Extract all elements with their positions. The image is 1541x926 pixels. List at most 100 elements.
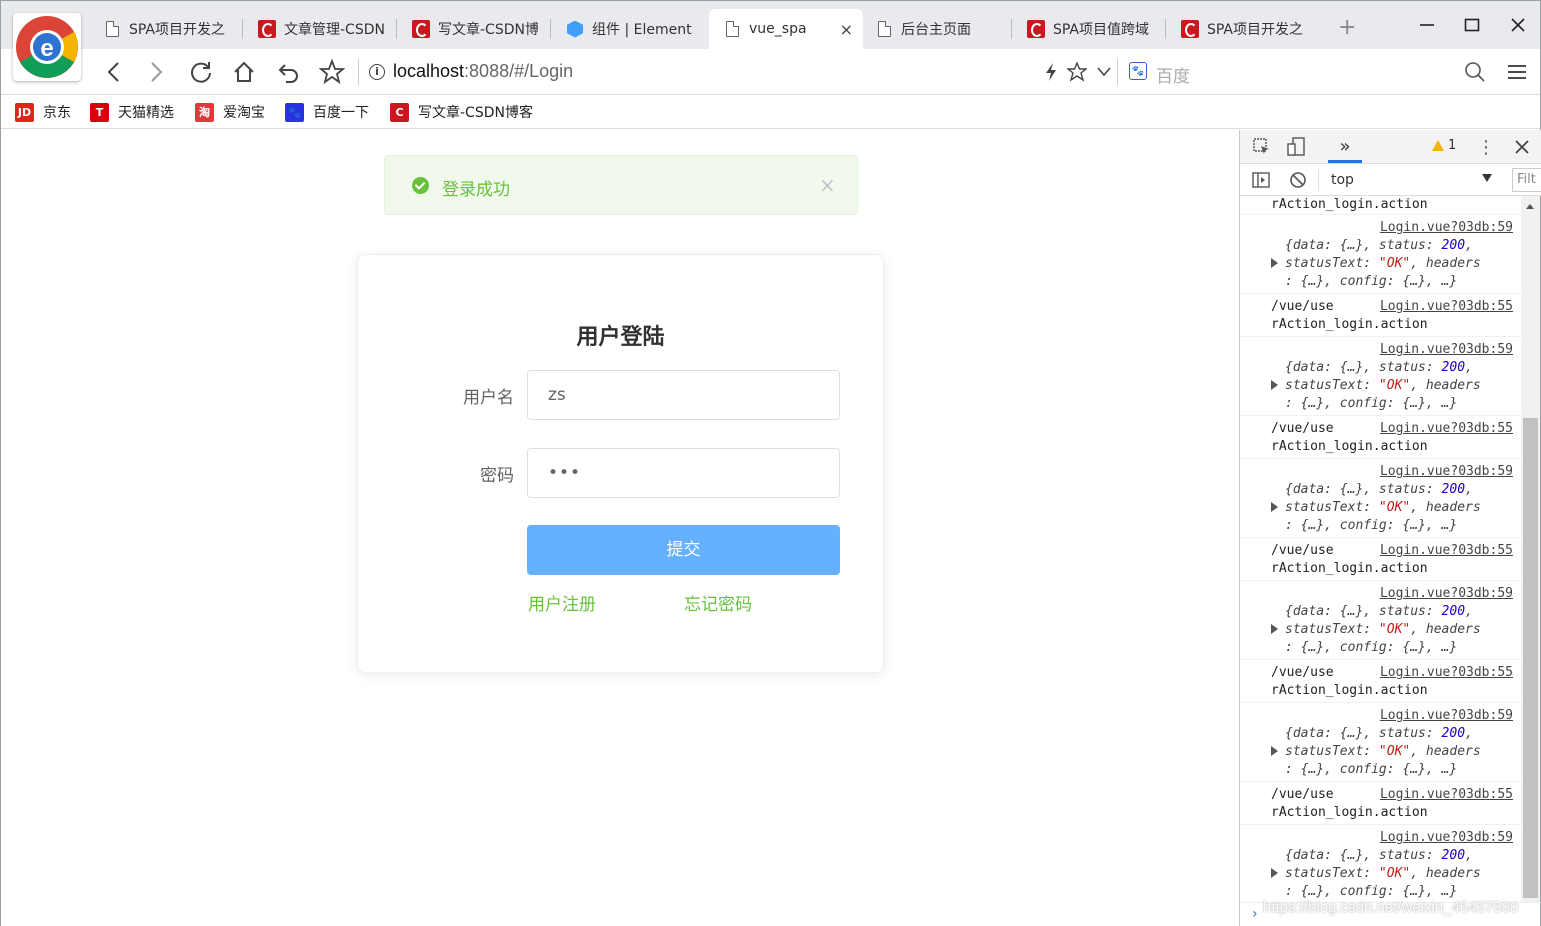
browser-logo-icon[interactable]: e: [13, 13, 81, 81]
log-text: {data: {…}, status:: [1285, 848, 1442, 863]
source-link[interactable]: Login.vue?03db:59: [1271, 219, 1513, 237]
password-input[interactable]: •••: [527, 448, 840, 498]
devtools-close-icon[interactable]: [1512, 137, 1532, 157]
log-text: /vue/use: [1271, 665, 1334, 680]
log-text: ,: [1465, 238, 1473, 253]
csdn-icon: [1027, 20, 1045, 38]
home-button[interactable]: [229, 57, 259, 87]
expand-arrow-icon[interactable]: [1271, 868, 1278, 878]
inspect-element-icon[interactable]: [1252, 137, 1272, 157]
sidebar-toggle-icon[interactable]: [1251, 170, 1271, 190]
console-message: Login.vue?03db:59 {data: {…}, status: 200…: [1240, 825, 1521, 902]
console-toolbar: top Filt: [1240, 164, 1541, 196]
log-text: ,: [1465, 848, 1473, 863]
log-text: ,: [1465, 726, 1473, 741]
tab[interactable]: 组件 | Element: [552, 9, 705, 49]
tab[interactable]: SPA项目开发之: [89, 9, 239, 49]
kebab-menu-icon[interactable]: ⋮: [1477, 137, 1495, 158]
bookmark-item[interactable]: 淘爱淘宝: [195, 101, 265, 123]
context-selector[interactable]: top: [1331, 172, 1354, 188]
clear-console-icon[interactable]: [1288, 170, 1308, 190]
console-toolbar-divider: [1318, 169, 1319, 191]
address-bar[interactable]: localhost:8088/#/Login: [393, 61, 573, 82]
expand-arrow-icon[interactable]: [1271, 746, 1278, 756]
source-link[interactable]: Login.vue?03db:59: [1271, 463, 1513, 481]
reload-button[interactable]: [186, 57, 216, 87]
back-button[interactable]: [99, 57, 129, 87]
tab[interactable]: 后台主页面: [861, 9, 1011, 49]
source-link[interactable]: Login.vue?03db:55: [1380, 786, 1513, 804]
device-toolbar-icon[interactable]: [1286, 137, 1306, 157]
source-link[interactable]: Login.vue?03db:59: [1271, 829, 1513, 847]
username-label: 用户名: [463, 388, 514, 408]
log-text: , headers: [1410, 622, 1481, 637]
tab-title: SPA项目开发之: [1207, 22, 1304, 38]
caret-down-icon[interactable]: [1482, 174, 1492, 182]
source-link[interactable]: Login.vue?03db:59: [1271, 707, 1513, 725]
bookmark-label: 百度一下: [313, 105, 369, 121]
register-link[interactable]: 用户注册: [528, 590, 596, 615]
bookmark-label: 爱淘宝: [223, 105, 265, 121]
bookmark-item[interactable]: 🐾 百度一下: [285, 101, 369, 123]
log-text: , headers: [1410, 256, 1481, 271]
baidu-search-icon: 🐾: [1129, 62, 1147, 80]
svg-text:e: e: [40, 35, 53, 62]
close-icon[interactable]: ×: [819, 173, 836, 197]
source-link[interactable]: Login.vue?03db:55: [1380, 420, 1513, 438]
warnings-counter[interactable]: 1: [1432, 138, 1456, 153]
favorite-star-icon[interactable]: [1062, 57, 1092, 87]
bookmark-item[interactable]: T 天猫精选: [90, 101, 174, 123]
site-info-icon[interactable]: i: [369, 64, 385, 80]
tab[interactable]: 文章管理-CSDN: [244, 9, 394, 49]
log-text: : {…}, config: {…}, …}: [1285, 884, 1458, 899]
source-link[interactable]: Login.vue?03db:55: [1380, 664, 1513, 682]
forward-button[interactable]: [141, 57, 171, 87]
scrollbar-thumb[interactable]: [1523, 418, 1538, 898]
log-text: rAction_login.action: [1271, 439, 1428, 454]
tab[interactable]: SPA项目开发之: [1167, 9, 1317, 49]
source-link[interactable]: Login.vue?03db:59: [1271, 585, 1513, 603]
active-tab-indicator: [1328, 160, 1362, 163]
bookmark-item[interactable]: JD 京东: [15, 101, 71, 123]
maximize-button[interactable]: [1457, 11, 1487, 39]
bookmark-star-button[interactable]: [317, 57, 347, 87]
status-value: 200: [1441, 726, 1466, 741]
element-icon: [566, 20, 584, 38]
username-input[interactable]: zs: [527, 370, 840, 420]
devtools-toolbar: » 1 ⋮: [1240, 130, 1541, 164]
page-icon: [723, 20, 741, 38]
source-link[interactable]: Login.vue?03db:55: [1380, 542, 1513, 560]
source-link[interactable]: Login.vue?03db:55: [1380, 298, 1513, 316]
tab[interactable]: vue_spa ×: [709, 9, 863, 49]
tab[interactable]: SPA项目值跨域: [1013, 9, 1163, 49]
scroll-up-arrow-icon[interactable]: [1526, 204, 1534, 209]
window-close-button[interactable]: [1503, 11, 1533, 39]
console-filter-input[interactable]: Filt: [1512, 168, 1541, 192]
tab[interactable]: 写文章-CSDN博: [398, 9, 548, 49]
chevron-down-icon[interactable]: [1089, 57, 1119, 87]
forgot-password-link[interactable]: 忘记密码: [684, 590, 752, 615]
expand-arrow-icon[interactable]: [1271, 258, 1278, 268]
new-tab-button[interactable]: +: [1338, 15, 1356, 40]
log-text: /vue/use: [1271, 421, 1334, 436]
console-output: rAction_login.action Login.vue?03db:59 {d…: [1240, 196, 1521, 902]
log-text: {data: {…}, status:: [1285, 482, 1442, 497]
menu-icon[interactable]: [1502, 57, 1532, 87]
tab-close-icon[interactable]: ×: [840, 20, 853, 39]
log-text: ,: [1465, 360, 1473, 375]
console-scrollbar[interactable]: [1521, 196, 1540, 902]
status-text-value: "OK": [1378, 744, 1411, 759]
log-text: rAction_login.action: [1271, 317, 1428, 332]
submit-button[interactable]: 提交: [527, 525, 840, 575]
undo-close-tab-button[interactable]: [274, 57, 304, 87]
search-box[interactable]: 百度: [1156, 62, 1190, 87]
bookmark-label: 写文章-CSDN博客: [418, 105, 533, 121]
expand-arrow-icon[interactable]: [1271, 380, 1278, 390]
expand-arrow-icon[interactable]: [1271, 624, 1278, 634]
search-icon[interactable]: [1460, 57, 1490, 87]
expand-arrow-icon[interactable]: [1271, 502, 1278, 512]
bookmark-item[interactable]: C 写文章-CSDN博客: [390, 101, 533, 123]
source-link[interactable]: Login.vue?03db:59: [1271, 341, 1513, 359]
more-tabs-icon[interactable]: »: [1334, 135, 1356, 157]
minimize-button[interactable]: [1412, 11, 1442, 39]
